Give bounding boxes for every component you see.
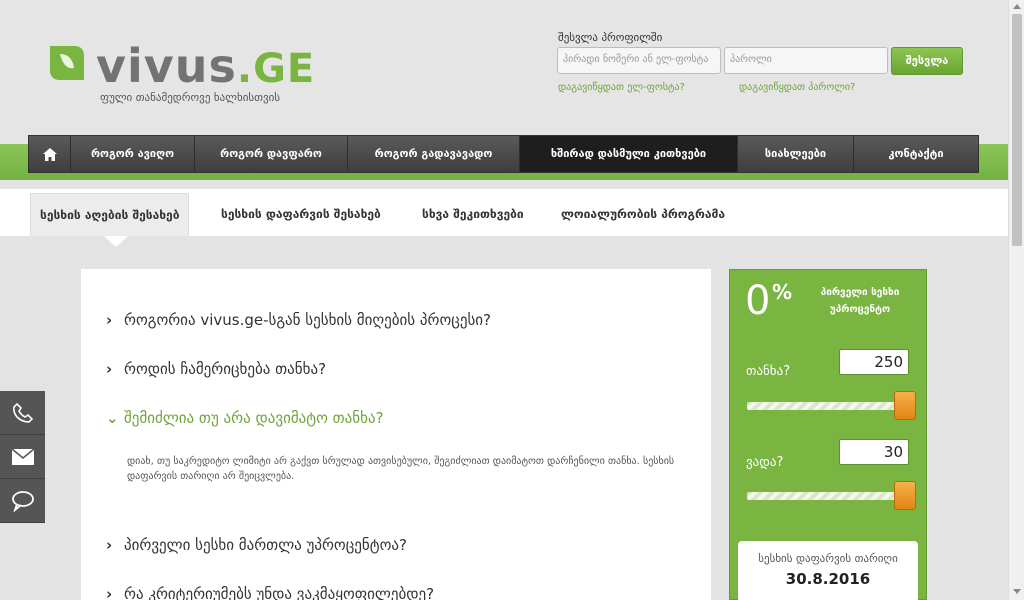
- calc-promo-banner: 0 % პირველი სესხი უპროცენტო: [730, 270, 926, 326]
- scroll-down-arrow-icon[interactable]: [1013, 589, 1021, 594]
- tab-pointer: [104, 236, 128, 247]
- due-date-box: სესხის დაფარვის თარიღი 30.8.2016: [738, 541, 918, 600]
- faq-question-text: როდის ჩამერიცხება თანხა?: [124, 360, 327, 378]
- faq-question-text: შემიძლია თუ არა დავიმატო თანხა?: [124, 409, 384, 427]
- tab-loan-taking[interactable]: სესხის აღების შესახებ: [30, 193, 190, 236]
- tab-loan-repayment[interactable]: სესხის დაფარვის შესახებ: [221, 193, 381, 236]
- amount-slider[interactable]: [747, 402, 907, 410]
- scroll-up-arrow-icon[interactable]: [1013, 4, 1021, 9]
- term-input[interactable]: 30: [839, 439, 909, 465]
- mail-button[interactable]: [0, 435, 45, 479]
- forgot-email-link[interactable]: დაგავიწყდათ ელ-ფოსტა?: [558, 82, 685, 93]
- side-contact-bar: [0, 391, 45, 523]
- page-scrollbar[interactable]: [1008, 0, 1024, 600]
- logo-wordmark[interactable]: vivus.GE: [96, 36, 315, 99]
- faq-question[interactable]: › რა კრიტერიუმებს უნდა ვაკმაყოფილებდე?: [106, 585, 434, 600]
- nav-item-how-to-extend[interactable]: როგორ გადავავადო: [348, 136, 520, 172]
- phone-icon: [12, 402, 33, 423]
- nav-item-how-to-get[interactable]: როგორ ავიღო: [71, 136, 195, 172]
- tab-other-questions[interactable]: სხვა შეკითხვები: [422, 193, 524, 236]
- amount-label: თანხა?: [746, 364, 791, 379]
- faq-answer: დიახ, თუ საკრედიტო ლიმიტი არ გაქვთ სრულა…: [127, 456, 675, 482]
- term-slider-handle[interactable]: [894, 481, 916, 510]
- login-password-field[interactable]: პაროლი: [724, 47, 888, 74]
- due-date-label: სესხის დაფარვის თარიღი: [758, 552, 898, 565]
- tagline: ფული თანამედროვე ხალხისთვის: [100, 91, 281, 104]
- due-date-value: 30.8.2016: [785, 570, 871, 588]
- nav-item-news[interactable]: სიახლეები: [738, 136, 854, 172]
- home-icon: [42, 147, 57, 161]
- promo-text: პირველი სესხი უპროცენტო: [820, 287, 900, 315]
- faq-question-text: როგორია vivus.ge-სგან სესხის მიღების პრო…: [124, 311, 492, 329]
- nav-item-contact[interactable]: კონტაქტი: [854, 136, 978, 172]
- forgot-password-link[interactable]: დაგავიწყდათ პაროლი?: [739, 82, 855, 93]
- login-button[interactable]: შესვლა: [891, 47, 963, 75]
- chevron-right-icon: ›: [106, 536, 113, 554]
- loan-calculator: 0 % პირველი სესხი უპროცენტო თანხა? 250 ვ…: [729, 269, 927, 600]
- logo-text-suffix: .GE: [236, 46, 316, 92]
- login-user-field[interactable]: პირადი ნომერი ან ელ-ფოსტა: [557, 47, 721, 74]
- faq-subtabs: სესხის აღების შესახებ სესხის დაფარვის შე…: [0, 189, 1008, 236]
- chevron-down-icon: ⌄: [106, 409, 119, 427]
- chevron-right-icon: ›: [106, 311, 113, 329]
- chevron-right-icon: ›: [106, 360, 113, 378]
- amount-slider-handle[interactable]: [894, 391, 916, 420]
- term-slider[interactable]: [747, 492, 907, 500]
- promo-percent: %: [772, 280, 793, 304]
- phone-button[interactable]: [0, 391, 45, 435]
- promo-zero: 0: [745, 278, 771, 324]
- faq-question-text: რა კრიტერიუმებს უნდა ვაკმაყოფილებდე?: [124, 585, 435, 600]
- faq-question-open[interactable]: ⌄ შემიძლია თუ არა დავიმატო თანხა?: [106, 409, 384, 427]
- faq-question[interactable]: › პირველი სესხი მართლა უპროცენტოა?: [106, 536, 407, 554]
- logo-text-main: vivus: [96, 39, 237, 93]
- scrollbar-thumb[interactable]: [1012, 14, 1022, 246]
- chat-button[interactable]: [0, 479, 45, 523]
- term-label: ვადა?: [746, 455, 784, 470]
- faq-question[interactable]: › როგორია vivus.ge-სგან სესხის მიღების პრ…: [106, 311, 491, 329]
- nav-home[interactable]: [29, 136, 71, 172]
- logo-leaf-icon[interactable]: [46, 42, 88, 84]
- nav-item-faq[interactable]: ხშირად დასმული კითხვები: [520, 136, 738, 172]
- faq-question[interactable]: › როდის ჩამერიცხება თანხა?: [106, 360, 326, 378]
- chat-icon: [11, 490, 34, 512]
- faq-panel: › როგორია vivus.ge-სგან სესხის მიღების პრ…: [81, 269, 711, 600]
- mail-icon: [11, 447, 34, 465]
- site-header: vivus.GE ფული თანამედროვე ხალხისთვის შეს…: [0, 0, 1008, 145]
- amount-input[interactable]: 250: [839, 349, 909, 375]
- chevron-right-icon: ›: [106, 585, 113, 600]
- tab-loyalty-program[interactable]: ლოიალურობის პროგრამა: [561, 193, 725, 236]
- nav-item-how-to-repay[interactable]: როგორ დავფარო: [195, 136, 348, 172]
- login-label: შესვლა პროფილში: [558, 31, 663, 44]
- main-nav: როგორ ავიღო როგორ დავფარო როგორ გადავავა…: [28, 135, 979, 173]
- faq-question-text: პირველი სესხი მართლა უპროცენტოა?: [124, 536, 407, 554]
